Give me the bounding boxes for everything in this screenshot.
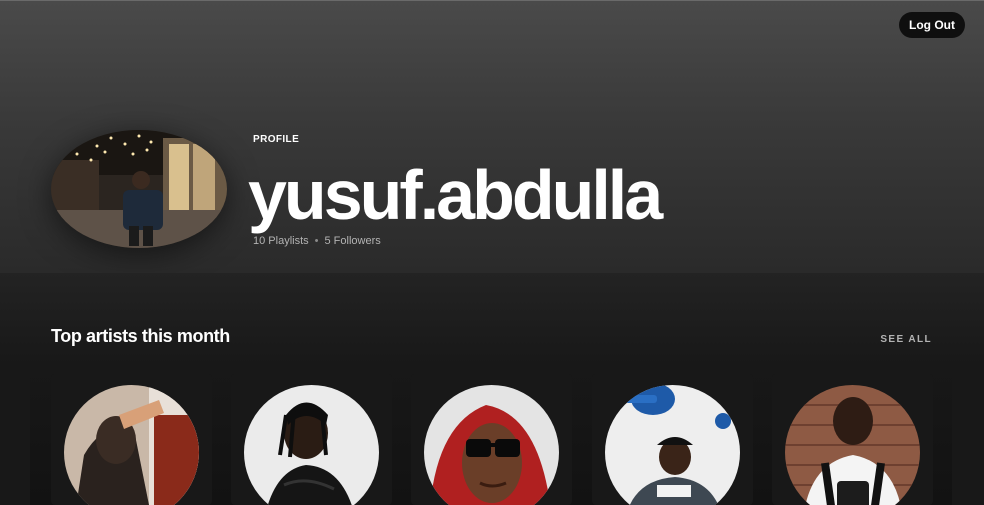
- artist-card-3[interactable]: [411, 374, 572, 505]
- artist-photo: [244, 385, 379, 505]
- artist-card-1[interactable]: [51, 374, 212, 505]
- artist-image-4: [605, 385, 740, 505]
- followers-count[interactable]: 5 Followers: [325, 235, 381, 247]
- profile-avatar[interactable]: [51, 130, 227, 248]
- profile-username: yusuf.abdulla: [248, 156, 663, 234]
- top-artists-title[interactable]: Top artists this month: [51, 326, 230, 347]
- profile-content: Top artists this month SEE ALL: [0, 273, 984, 505]
- artist-image-1: [64, 385, 199, 505]
- artist-photo: [605, 385, 740, 505]
- profile-header: Log Out PROFILE yusuf.abdulla 10 Playlis…: [0, 0, 984, 273]
- artist-card-2[interactable]: [231, 374, 392, 505]
- artist-photo: [424, 385, 559, 505]
- profile-page: Log Out PROFILE yusuf.abdulla 10 Playlis…: [0, 0, 984, 505]
- profile-type-label: PROFILE: [253, 134, 300, 145]
- artist-photo: [785, 385, 920, 505]
- artist-image-2: [244, 385, 379, 505]
- profile-photo: [51, 130, 227, 248]
- playlists-count[interactable]: 10 Playlists: [253, 235, 309, 247]
- artist-image-5: [785, 385, 920, 505]
- artist-card-5[interactable]: [772, 374, 933, 505]
- stats-separator: •: [314, 235, 319, 247]
- see-all-link[interactable]: SEE ALL: [880, 334, 932, 345]
- artist-card-partial[interactable]: [0, 374, 30, 505]
- top-artists-row: [0, 374, 984, 505]
- profile-stats: 10 Playlists • 5 Followers: [253, 235, 381, 247]
- artist-image-3: [424, 385, 559, 505]
- artist-card-partial[interactable]: [952, 374, 984, 505]
- artist-photo: [64, 385, 199, 505]
- log-out-button[interactable]: Log Out: [899, 12, 965, 38]
- artist-card-4[interactable]: [592, 374, 753, 505]
